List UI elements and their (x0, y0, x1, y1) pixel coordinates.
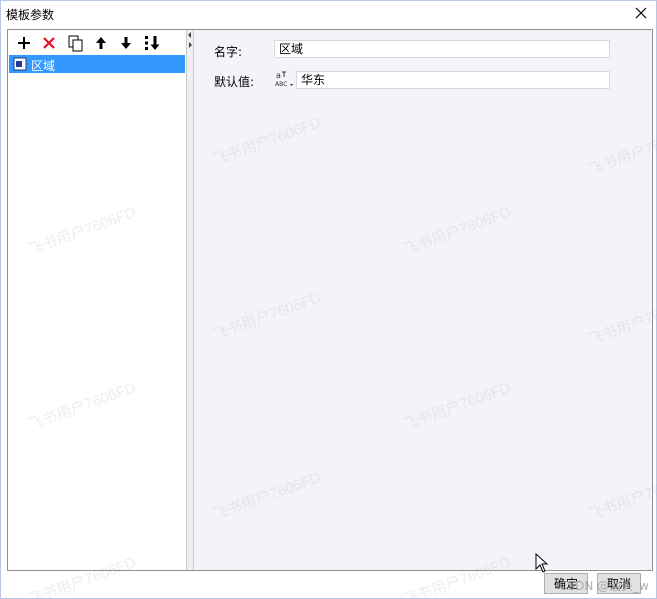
name-label: 名字: (214, 45, 243, 59)
delete-parameter-button[interactable] (39, 33, 59, 53)
expand-right-icon (189, 42, 192, 48)
ok-button[interactable]: 确定 (544, 573, 588, 594)
default-value-label: 默认值: (214, 75, 255, 89)
move-up-button[interactable] (91, 33, 111, 53)
parameter-list-pane: 区域 (8, 30, 187, 570)
abc-text-type-icon[interactable]: a ABC (274, 69, 294, 89)
move-down-button[interactable] (116, 33, 136, 53)
parameter-icon (13, 57, 27, 71)
copy-icon (68, 35, 83, 52)
svg-text:a: a (276, 71, 281, 80)
add-parameter-button[interactable] (14, 33, 34, 53)
template-params-dialog: 模板参数 区域 名字: 区域 默认值: a ABC 华东 确定 取消 (0, 0, 657, 599)
tree-item-label: 区域 (31, 59, 56, 73)
name-field[interactable]: 区域 (274, 40, 610, 58)
close-icon (635, 7, 647, 19)
sort-icon (145, 36, 160, 50)
svg-text:ABC: ABC (275, 81, 287, 88)
copy-parameter-button[interactable] (65, 33, 85, 53)
collapse-left-icon (188, 32, 191, 38)
tree-item-region[interactable]: 区域 (9, 55, 185, 73)
parameter-detail-pane: 名字: 区域 默认值: a ABC 华东 (194, 30, 652, 570)
sort-button[interactable] (142, 33, 162, 53)
cancel-button[interactable]: 取消 (597, 573, 641, 594)
arrow-down-icon (121, 37, 131, 49)
delete-icon (43, 37, 55, 49)
title-bar: 模板参数 (1, 1, 656, 25)
dialog-title: 模板参数 (6, 8, 55, 22)
parameter-toolbar (8, 32, 186, 54)
close-button[interactable] (632, 4, 650, 22)
pane-splitter[interactable] (187, 30, 194, 570)
dialog-content: 区域 名字: 区域 默认值: a ABC 华东 (7, 29, 653, 571)
arrow-up-icon (96, 37, 106, 49)
default-value-field[interactable]: 华东 (296, 71, 610, 89)
plus-icon (18, 37, 30, 49)
